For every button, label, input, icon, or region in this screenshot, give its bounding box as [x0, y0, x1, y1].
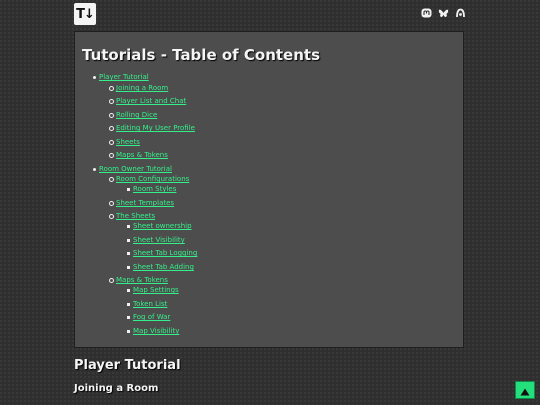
toc-link-sheet-templates[interactable]: Sheet Templates — [116, 199, 174, 207]
toc-item: Map Settings — [127, 286, 179, 295]
toc-item: Player List and Chat — [108, 97, 186, 106]
site-logo[interactable]: T↓ — [74, 3, 96, 25]
top-bar: T↓ — [74, 3, 466, 25]
toc-link-sheet-tab-adding[interactable]: Sheet Tab Adding — [133, 263, 194, 271]
toc-item: Token List — [126, 300, 167, 309]
section-heading: Player Tutorial — [74, 358, 181, 373]
toc-item: Joining a Room — [108, 84, 168, 93]
toc-item: Room Configurations — [108, 175, 189, 184]
toc-link-rolling-dice[interactable]: Rolling Dice — [116, 111, 157, 119]
scroll-to-top-button[interactable] — [515, 381, 535, 399]
toc-item: Room Styles — [126, 185, 176, 194]
toc-link-room-styles[interactable]: Room Styles — [133, 185, 176, 193]
toc-item: Map Visibility — [126, 327, 179, 336]
toc-title: Tutorials - Table of Contents — [82, 46, 321, 64]
toc-link-room-owner-tutorial[interactable]: Room Owner Tutorial — [99, 165, 172, 173]
threads-icon[interactable] — [455, 8, 466, 19]
toc-item: Fog of War — [126, 313, 170, 322]
toc-link-room-configurations[interactable]: Room Configurations — [116, 175, 189, 183]
toc-link-joining-a-room[interactable]: Joining a Room — [116, 84, 168, 92]
toc-item: Maps & Tokens — [109, 276, 168, 285]
toc-item: Rolling Dice — [108, 111, 157, 120]
toc-link-editing-my-user-profile[interactable]: Editing My User Profile — [116, 124, 195, 132]
toc-item: Player Tutorial — [93, 73, 149, 82]
toc-link-sheet-visibility[interactable]: Sheet Visibility — [133, 236, 185, 244]
toc-item: Sheet Templates — [108, 199, 174, 208]
bluesky-icon[interactable] — [438, 8, 449, 19]
toc-link-maps-and-tokens-owner[interactable]: Maps & Tokens — [116, 276, 168, 284]
arrow-up-icon — [520, 381, 530, 400]
toc-link-sheet-ownership[interactable]: Sheet ownership — [133, 222, 192, 230]
toc-item: Maps & Tokens — [109, 151, 168, 160]
toc-link-map-settings[interactable]: Map Settings — [133, 286, 179, 294]
toc-link-map-visibility[interactable]: Map Visibility — [133, 327, 179, 335]
toc-item: Sheet Visibility — [127, 236, 185, 245]
toc-panel: Tutorials - Table of Contents Player Tut… — [74, 31, 464, 348]
toc-link-player-tutorial[interactable]: Player Tutorial — [99, 73, 149, 81]
toc-item: Sheet Tab Adding — [127, 263, 194, 272]
toc-item: Sheet ownership — [127, 222, 192, 231]
toc-link-sheet-tab-logging[interactable]: Sheet Tab Logging — [133, 249, 197, 257]
toc-link-sheets[interactable]: Sheets — [116, 138, 140, 146]
sub-heading: Joining a Room — [74, 383, 159, 394]
toc-item: Editing My User Profile — [109, 124, 195, 133]
toc-link-token-list[interactable]: Token List — [133, 300, 167, 308]
toc-link-the-sheets[interactable]: The Sheets — [116, 212, 155, 220]
toc-item: Sheets — [109, 138, 140, 147]
mastodon-icon[interactable] — [421, 8, 432, 19]
toc-link-fog-of-war[interactable]: Fog of War — [133, 313, 170, 321]
toc-item: Room Owner Tutorial — [93, 165, 172, 174]
toc-link-maps-and-tokens[interactable]: Maps & Tokens — [116, 151, 168, 159]
toc-link-player-list-and-chat[interactable]: Player List and Chat — [116, 97, 186, 105]
social-links — [421, 8, 466, 19]
toc-item: Sheet Tab Logging — [126, 249, 197, 258]
toc-item: The Sheets — [108, 212, 155, 221]
